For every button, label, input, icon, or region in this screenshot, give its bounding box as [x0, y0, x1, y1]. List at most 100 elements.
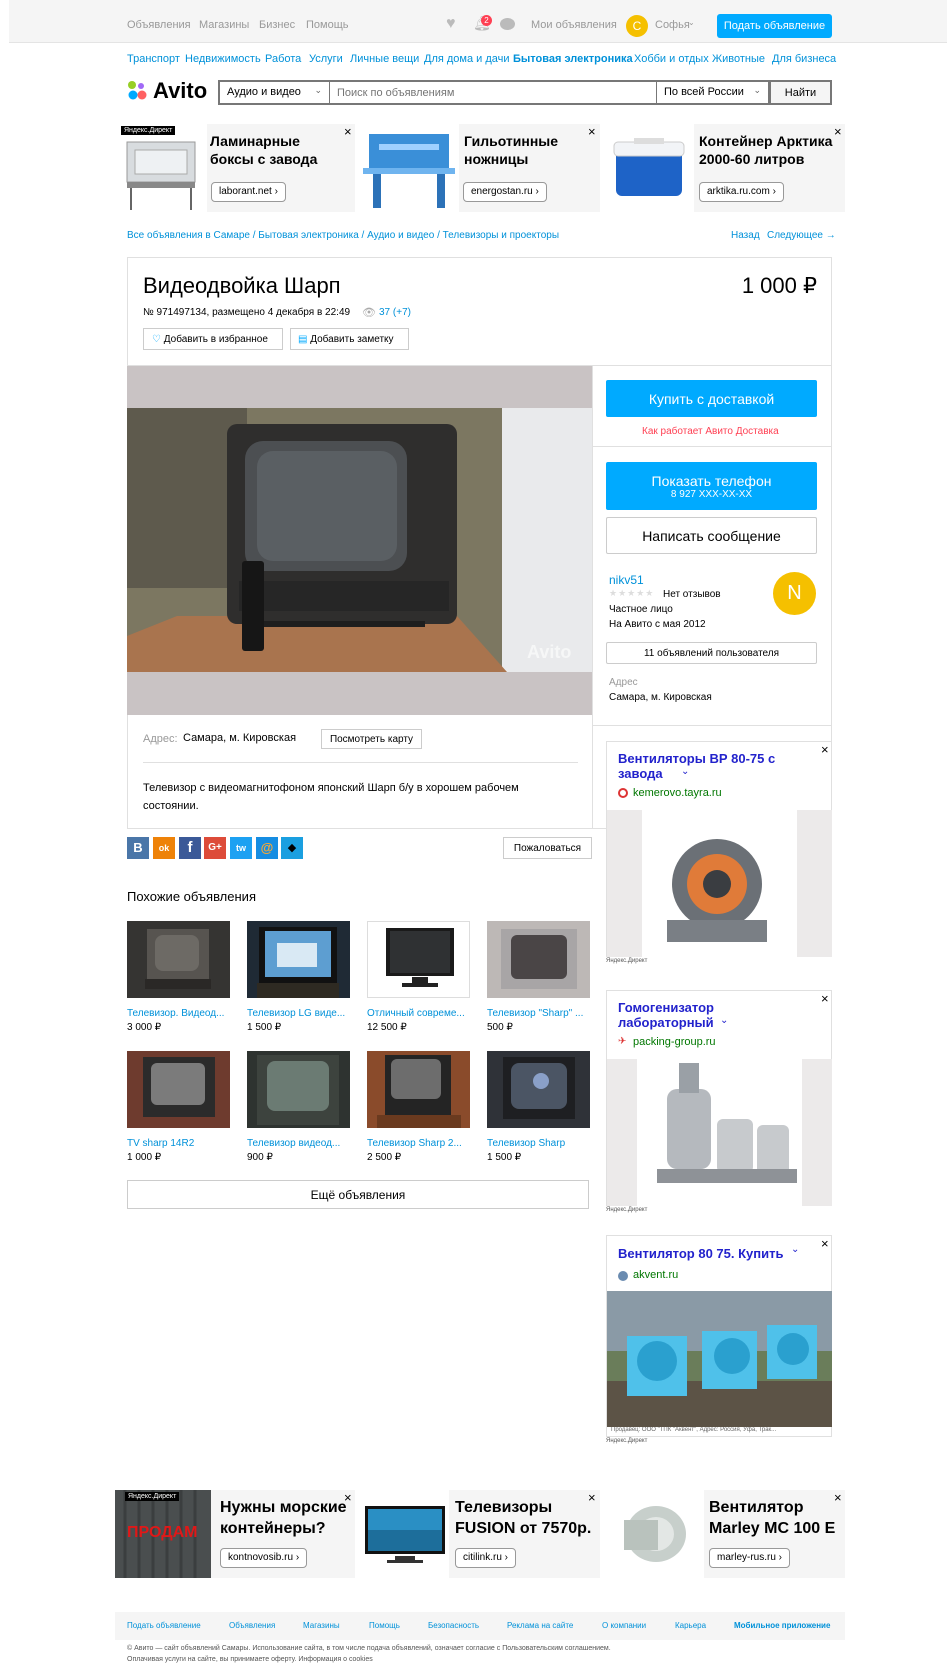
nav-shops[interactable]: Магазины: [199, 19, 249, 31]
similar-item-image[interactable]: [487, 1051, 590, 1128]
avito-logo[interactable]: Avito: [127, 78, 207, 106]
write-message-button[interactable]: Написать сообщение: [606, 517, 817, 554]
similar-item-title[interactable]: TV sharp 14R2: [127, 1138, 230, 1149]
ad-title[interactable]: Вентиляторы ВР 80-75 с завода: [618, 751, 788, 781]
similar-item-image[interactable]: [487, 921, 590, 998]
post-ad-button[interactable]: Подать объявление: [717, 14, 832, 38]
ad-domain[interactable]: kemerovo.tayra.ru: [633, 787, 722, 799]
category-home[interactable]: Для дома и дачи: [424, 53, 510, 65]
complain-button[interactable]: Пожаловаться: [503, 837, 592, 859]
side-ad-3[interactable]: Вентилятор 80 75. Купить ⌄ akvent.ru × П…: [606, 1235, 832, 1437]
close-icon[interactable]: ×: [821, 742, 829, 757]
close-icon[interactable]: ×: [834, 124, 842, 139]
category-hobby[interactable]: Хобби и отдых: [634, 53, 709, 65]
ad-title[interactable]: Гильотинные ножницы: [464, 132, 594, 168]
nav-ads[interactable]: Объявления: [127, 19, 191, 31]
similar-item-title[interactable]: Телевизор. Видеод...: [127, 1008, 230, 1019]
footer-link[interactable]: Карьера: [675, 1621, 706, 1630]
category-realty[interactable]: Недвижимость: [185, 53, 261, 65]
category-electronics[interactable]: Бытовая электроника: [513, 53, 633, 65]
footer-link[interactable]: Объявления: [229, 1621, 275, 1630]
similar-item-title[interactable]: Телевизор LG виде...: [247, 1008, 350, 1019]
similar-item-image[interactable]: [367, 921, 470, 998]
category-animals[interactable]: Животные: [712, 53, 765, 65]
user-avatar[interactable]: С: [626, 15, 648, 37]
back-link[interactable]: Назад: [731, 230, 760, 241]
ad-title[interactable]: Телевизоры FUSION от 7570р.: [455, 1498, 600, 1540]
bottom-ad-3[interactable]: Вентилятор Marley MC 100 E marley-rus.ru…: [604, 1490, 845, 1578]
ad-domain[interactable]: packing-group.ru: [633, 1036, 716, 1048]
bottom-ad-2[interactable]: Телевизоры FUSION от 7570р. citilink.ru …: [359, 1490, 600, 1578]
show-map-button[interactable]: Посмотреть карту: [321, 729, 422, 749]
category-services[interactable]: Услуги: [309, 53, 343, 65]
category-personal[interactable]: Личные вещи: [350, 53, 419, 65]
seller-name[interactable]: nikv51: [609, 573, 644, 587]
ad-domain-button[interactable]: marley-rus.ru ›: [709, 1548, 791, 1568]
footer-link[interactable]: О компании: [602, 1621, 646, 1630]
google-plus-icon[interactable]: G+: [204, 837, 226, 859]
ad-title[interactable]: Вентилятор Marley MC 100 E: [709, 1498, 844, 1540]
category-business[interactable]: Для бизнеса: [772, 53, 836, 65]
livejournal-icon[interactable]: ◆: [281, 837, 303, 859]
listing-photo[interactable]: Avito: [127, 366, 592, 715]
add-note-button[interactable]: ▤ Добавить заметку: [290, 328, 409, 350]
ad-title[interactable]: Контейнер Арктика 2000-60 литров: [699, 132, 844, 168]
heart-icon[interactable]: ♥: [446, 15, 456, 33]
category-select[interactable]: Аудио и видео ⌄: [218, 80, 330, 105]
similar-item-title[interactable]: Отличный совреме...: [367, 1008, 470, 1019]
footer-link[interactable]: Безопасность: [428, 1621, 479, 1630]
ok-icon[interactable]: ok: [153, 837, 175, 859]
close-icon[interactable]: ×: [821, 1236, 829, 1251]
user-name[interactable]: Софья: [655, 19, 690, 31]
close-icon[interactable]: ×: [588, 124, 596, 139]
top-ad-2[interactable]: Гильотинные ножницы energostan.ru › ×: [359, 124, 600, 212]
delivery-info-link[interactable]: Как работает Авито Доставка: [642, 426, 779, 437]
buy-with-delivery-button[interactable]: Купить с доставкой: [606, 380, 817, 417]
breadcrumb[interactable]: Все объявления в Самаре / Бытовая электр…: [127, 230, 559, 241]
close-icon[interactable]: ×: [344, 124, 352, 139]
category-transport[interactable]: Транспорт: [127, 53, 180, 65]
search-input[interactable]: [330, 80, 657, 105]
similar-item-image[interactable]: [247, 921, 350, 998]
close-icon[interactable]: ×: [821, 991, 829, 1006]
search-button[interactable]: Найти: [769, 80, 832, 105]
close-icon[interactable]: ×: [588, 1490, 596, 1505]
nav-help[interactable]: Помощь: [306, 19, 349, 31]
ad-title[interactable]: Ламинарные боксы с завода: [210, 132, 340, 168]
region-select[interactable]: По всей России ⌄: [657, 80, 769, 105]
footer-link[interactable]: Реклама на сайте: [507, 1621, 573, 1630]
similar-item-title[interactable]: Телевизор Sharp 2...: [367, 1138, 470, 1149]
my-ads-link[interactable]: Мои объявления: [531, 19, 617, 31]
similar-item-title[interactable]: Телевизор видеод...: [247, 1138, 350, 1149]
chat-icon[interactable]: [500, 18, 515, 30]
close-icon[interactable]: ×: [344, 1490, 352, 1505]
twitter-icon[interactable]: tw: [230, 837, 252, 859]
top-ad-1[interactable]: Яндекс.Директ Ламинарные боксы с завода …: [115, 124, 355, 212]
side-ad-1[interactable]: Вентиляторы ВР 80-75 с завода ⌄ kemerovo…: [606, 741, 832, 957]
facebook-icon[interactable]: f: [179, 837, 201, 859]
ad-title[interactable]: Нужны морские контейнеры?: [220, 1498, 350, 1540]
footer-link[interactable]: Магазины: [303, 1621, 340, 1630]
show-phone-button[interactable]: Показать телефон 8 927 XXX-XX-XX: [606, 462, 817, 510]
top-ad-3[interactable]: Контейнер Арктика 2000-60 литров arktika…: [604, 124, 845, 212]
nav-business[interactable]: Бизнес: [259, 19, 295, 31]
similar-item-title[interactable]: Телевизор "Sharp" ...: [487, 1008, 590, 1019]
ad-domain[interactable]: akvent.ru: [633, 1269, 678, 1281]
seller-avatar[interactable]: N: [773, 572, 816, 615]
footer-link[interactable]: Помощь: [369, 1621, 400, 1630]
seller-ads-button[interactable]: 11 объявлений пользователя: [606, 642, 817, 664]
side-ad-2[interactable]: Гомогенизатор лабораторный ⌄ ✈ packing-g…: [606, 990, 832, 1206]
similar-item-image[interactable]: [367, 1051, 470, 1128]
ad-domain-button[interactable]: kontnovosib.ru ›: [220, 1548, 308, 1568]
category-jobs[interactable]: Работа: [265, 53, 301, 65]
ad-domain-button[interactable]: energostan.ru ›: [463, 182, 547, 202]
favorite-button[interactable]: ♡ Добавить в избранное: [143, 328, 283, 350]
vk-icon[interactable]: В: [127, 837, 149, 859]
ad-domain-button[interactable]: citilink.ru ›: [455, 1548, 517, 1568]
similar-item-image[interactable]: [127, 921, 230, 998]
ad-domain-button[interactable]: arktika.ru.com ›: [699, 182, 784, 202]
similar-item-title[interactable]: Телевизор Sharp: [487, 1138, 590, 1149]
ad-title[interactable]: Вентилятор 80 75. Купить: [618, 1246, 783, 1261]
similar-item-image[interactable]: [247, 1051, 350, 1128]
footer-link-mobile-app[interactable]: Мобильное приложение: [734, 1621, 830, 1630]
